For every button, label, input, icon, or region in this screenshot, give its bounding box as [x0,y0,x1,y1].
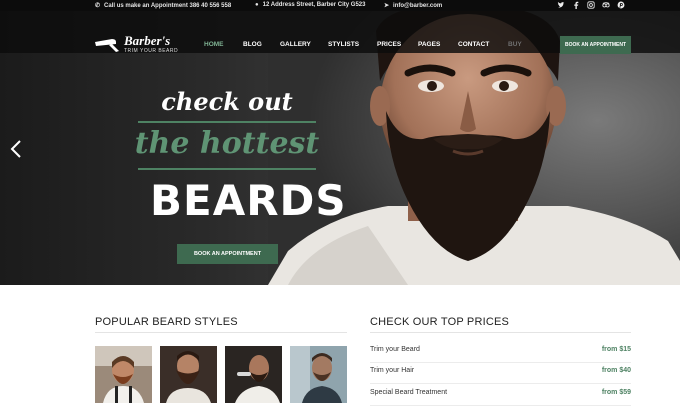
top-prices-heading: CHECK OUR TOP PRICES [370,316,510,328]
nav-stylists[interactable]: STYLISTS [328,41,359,48]
pinterest-icon[interactable] [616,1,625,10]
phone-info: ✆ Call us make an Appointment 386 40 556 … [95,2,231,9]
price-row: Special Beard Treatment from $59 [370,385,631,406]
top-info-bar: ✆ Call us make an Appointment 386 40 556 … [0,0,680,11]
hero-heading-line1: check out [161,87,293,116]
book-appointment-hero-button[interactable]: BOOK AN APPOINTMENT [177,244,278,264]
razor-icon [95,39,119,52]
beard-style-thumbnail[interactable] [160,346,217,403]
phone-text: Call us make an Appointment 386 40 556 5… [104,3,232,9]
price-item-name: Trim your Hair [370,367,415,374]
email-info[interactable]: ➤ info@barber.com [384,2,442,9]
nav-buy[interactable]: BUY [508,41,522,48]
book-appointment-nav-button[interactable]: BOOK AN APPOINTMENT [560,36,631,54]
beard-style-thumbnail[interactable] [290,346,347,403]
nav-pages[interactable]: PAGES [418,41,440,48]
nav-blog[interactable]: BLOG [243,41,262,48]
popular-styles-heading: POPULAR BEARD STYLES [95,316,238,328]
send-icon: ➤ [384,3,390,9]
hero-divider-top [138,121,316,123]
hero-heading-line2: the hottest [134,126,320,161]
nav-prices[interactable]: PRICES [377,41,401,48]
price-row: Trim your Hair from $40 [370,363,631,384]
top-prices-rule [370,332,631,333]
email-text[interactable]: info@barber.com [393,3,442,9]
price-item-name: Trim your Beard [370,346,420,353]
facebook-icon[interactable] [571,1,580,10]
hero-heading-line3: BEARDS [150,176,347,225]
logo-title: Barber's [124,33,171,48]
instagram-icon[interactable] [586,1,595,10]
nav-contact[interactable]: CONTACT [458,41,489,48]
nav-gallery[interactable]: GALLERY [280,41,311,48]
beard-style-thumbnail[interactable] [95,346,152,403]
phone-icon: ✆ [95,3,101,9]
price-item-value: from $40 [601,367,631,374]
address-info: ● 12 Address Street, Barber City G523 [255,2,365,8]
hero-divider-bottom [138,168,316,170]
nav-home[interactable]: HOME [204,41,224,48]
price-item-name: Special Beard Treatment [370,389,448,396]
price-item-value: from $15 [601,346,631,353]
address-text: 12 Address Street, Barber City G523 [262,2,366,8]
map-pin-icon: ● [255,2,259,8]
slider-prev-arrow-icon[interactable] [10,139,22,163]
hero-slider: Barber's TRIM YOUR BEARD HOME BLOG GALLE… [0,11,680,285]
beard-style-thumbnail[interactable] [225,346,282,403]
tripadvisor-icon[interactable] [601,1,610,10]
twitter-icon[interactable] [556,1,565,10]
logo-subtitle: TRIM YOUR BEARD [124,48,179,54]
price-item-value: from $59 [601,389,631,396]
popular-styles-rule [95,332,347,333]
price-row: Trim your Beard from $15 [370,342,631,363]
